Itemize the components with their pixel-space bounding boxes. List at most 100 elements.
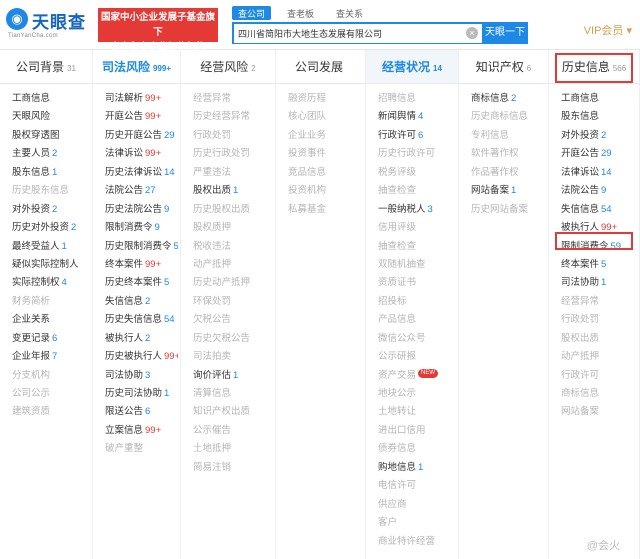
dimension-link[interactable]: 开庭公告 29 xyxy=(561,145,637,163)
dimension-link[interactable]: 网站备案 1 xyxy=(471,182,546,200)
dimension-link[interactable]: 询价评估 1 xyxy=(193,367,273,385)
dimension-link[interactable]: 限送公告 6 xyxy=(105,403,178,421)
dimension-link[interactable]: 融资历程 xyxy=(288,90,363,108)
dimension-link[interactable]: 作品著作权 xyxy=(471,164,546,182)
dimension-link[interactable]: 客户 xyxy=(378,514,456,532)
dimension-link[interactable]: 供应商 xyxy=(378,496,456,514)
dimension-link[interactable]: 产品信息 xyxy=(378,311,456,329)
dimension-link[interactable]: 企业关系 xyxy=(12,311,90,329)
dimension-link[interactable]: 进出口信用 xyxy=(378,422,456,440)
category-tab[interactable]: 司法风险 999+ xyxy=(93,50,180,84)
dimension-link[interactable]: 历史股东信息 xyxy=(12,182,90,200)
dimension-link[interactable]: 法律诉讼 99+ xyxy=(105,145,178,163)
dimension-link[interactable]: 法律诉讼 14 xyxy=(561,164,637,182)
dimension-link[interactable]: 公示催告 xyxy=(193,422,273,440)
dimension-link[interactable]: 动产抵押 xyxy=(561,348,637,366)
dimension-link[interactable]: 工商信息 xyxy=(12,90,90,108)
dimension-link[interactable]: 变更记录 6 xyxy=(12,330,90,348)
dimension-link[interactable]: 司法拍卖 xyxy=(193,348,273,366)
dimension-link[interactable]: 知识产权出质 xyxy=(193,403,273,421)
dimension-link[interactable]: 微信公众号 xyxy=(378,330,456,348)
dimension-link[interactable]: 私募基金 xyxy=(288,201,363,219)
dimension-link[interactable]: 分支机构 xyxy=(12,367,90,385)
dimension-link[interactable]: 历史司法协助 1 xyxy=(105,385,178,403)
dimension-link[interactable]: 商标信息 2 xyxy=(471,90,546,108)
dimension-link[interactable]: 历史动产抵押 xyxy=(193,274,273,292)
dimension-link[interactable]: 企业业务 xyxy=(288,127,363,145)
dimension-link[interactable]: 竞品信息 xyxy=(288,164,363,182)
dimension-link[interactable]: 行政许可 xyxy=(561,367,637,385)
dimension-link[interactable]: 税务评级 xyxy=(378,164,456,182)
dimension-link[interactable]: 购地信息 1 xyxy=(378,459,456,477)
dimension-link[interactable]: 软件著作权 xyxy=(471,145,546,163)
dimension-link[interactable]: 财务简析 xyxy=(12,293,90,311)
dimension-link[interactable]: 行政处罚 xyxy=(193,127,273,145)
search-input[interactable] xyxy=(234,24,482,43)
dimension-link[interactable]: 欠税公告 xyxy=(193,311,273,329)
promo-banner[interactable]: 国家中小企业发展子基金旗下 官方备案企业征信机构 xyxy=(98,8,218,53)
dimension-link[interactable]: 被执行人 2 xyxy=(105,330,178,348)
dimension-link[interactable]: 破产重整 xyxy=(105,440,178,458)
dimension-link[interactable]: 工商信息 xyxy=(561,90,637,108)
dimension-link[interactable]: 历史开庭公告 29 xyxy=(105,127,178,145)
dimension-link[interactable]: 公司公示 xyxy=(12,385,90,403)
dimension-link[interactable]: 土地转让 xyxy=(378,403,456,421)
dimension-link[interactable]: 股东信息 1 xyxy=(12,164,90,182)
dimension-link[interactable]: 行政许可 6 xyxy=(378,127,456,145)
dimension-link[interactable]: 商业特许经营 xyxy=(378,533,456,551)
dimension-link[interactable]: 对外投资 2 xyxy=(561,127,637,145)
dimension-link[interactable]: 投资事件 xyxy=(288,145,363,163)
dimension-link[interactable]: 开庭公告 99+ xyxy=(105,108,178,126)
dimension-link[interactable]: 建筑资质 xyxy=(12,403,90,421)
dimension-link[interactable]: 清算信息 xyxy=(193,385,273,403)
dimension-link[interactable]: 失信信息 54 xyxy=(561,201,637,219)
dimension-link[interactable]: 简易注销 xyxy=(193,459,273,477)
dimension-link[interactable]: 核心团队 xyxy=(288,108,363,126)
search-button[interactable]: 天眼一下 xyxy=(482,22,528,44)
dimension-link[interactable]: 疑似实际控制人 xyxy=(12,256,90,274)
dimension-link[interactable]: 历史行政许可 xyxy=(378,145,456,163)
dimension-link[interactable]: 抽查检查 xyxy=(378,238,456,256)
dimension-link[interactable]: 司法协助 3 xyxy=(105,367,178,385)
dimension-link[interactable]: 历史失信信息 54 xyxy=(105,311,178,329)
dimension-link[interactable]: 招聘信息 xyxy=(378,90,456,108)
dimension-link[interactable]: 网站备案 xyxy=(561,403,637,421)
dimension-link[interactable]: 历史终本案件 5 xyxy=(105,274,178,292)
dimension-link[interactable]: 法院公告 9 xyxy=(561,182,637,200)
dimension-link[interactable]: 法院公告 27 xyxy=(105,182,178,200)
dimension-link[interactable]: 新闻舆情 4 xyxy=(378,108,456,126)
category-tab[interactable]: 公司背景 31 xyxy=(0,50,92,84)
dimension-link[interactable]: 行政处罚 xyxy=(561,311,637,329)
category-tab[interactable]: 经营状况 14 xyxy=(366,50,458,84)
dimension-link[interactable]: 严重违法 xyxy=(193,164,273,182)
dimension-link[interactable]: 商标信息 xyxy=(561,385,637,403)
category-tab[interactable]: 知识产权 6 xyxy=(459,50,548,84)
tab-search-company[interactable]: 查公司 xyxy=(232,6,272,20)
dimension-link[interactable]: 股权出质 1 xyxy=(193,182,273,200)
dimension-link[interactable]: 股权质押 xyxy=(193,219,273,237)
tianyancha-logo[interactable]: ◉ 天眼查 TianYanCha.com xyxy=(6,6,96,42)
dimension-link[interactable]: 司法解析 99+ xyxy=(105,90,178,108)
dimension-link[interactable]: 股东信息 xyxy=(561,108,637,126)
dimension-link[interactable]: 股权出质 xyxy=(561,330,637,348)
dimension-link[interactable]: 信用评级 xyxy=(378,219,456,237)
vip-menu[interactable]: VIP会员 ▾ xyxy=(584,22,632,38)
dimension-link[interactable]: 企业年报 7 xyxy=(12,348,90,366)
dimension-link[interactable]: 招投标 xyxy=(378,293,456,311)
dimension-link[interactable]: 历史法院公告 9 xyxy=(105,201,178,219)
dimension-link[interactable]: 对外投资 2 xyxy=(12,201,90,219)
dimension-link[interactable]: 动产抵押 xyxy=(193,256,273,274)
tab-search-relation[interactable]: 查关系 xyxy=(330,6,369,20)
dimension-link[interactable]: 天眼风险 xyxy=(12,108,90,126)
dimension-link[interactable]: 抽查检查 xyxy=(378,182,456,200)
dimension-link[interactable]: 主要人员 2 xyxy=(12,145,90,163)
dimension-link[interactable]: 电信许可 xyxy=(378,477,456,495)
dimension-link[interactable]: 专利信息 xyxy=(471,127,546,145)
category-tab[interactable]: 经营风险 2 xyxy=(181,50,275,84)
dimension-link[interactable]: 经营异常 xyxy=(561,293,637,311)
dimension-link[interactable]: 公示研报 xyxy=(378,348,456,366)
dimension-link[interactable]: 失信信息 2 xyxy=(105,293,178,311)
dimension-link[interactable]: 土地抵押 xyxy=(193,440,273,458)
dimension-link[interactable]: 地块公示 xyxy=(378,385,456,403)
dimension-link[interactable]: 历史股权出质 xyxy=(193,201,273,219)
